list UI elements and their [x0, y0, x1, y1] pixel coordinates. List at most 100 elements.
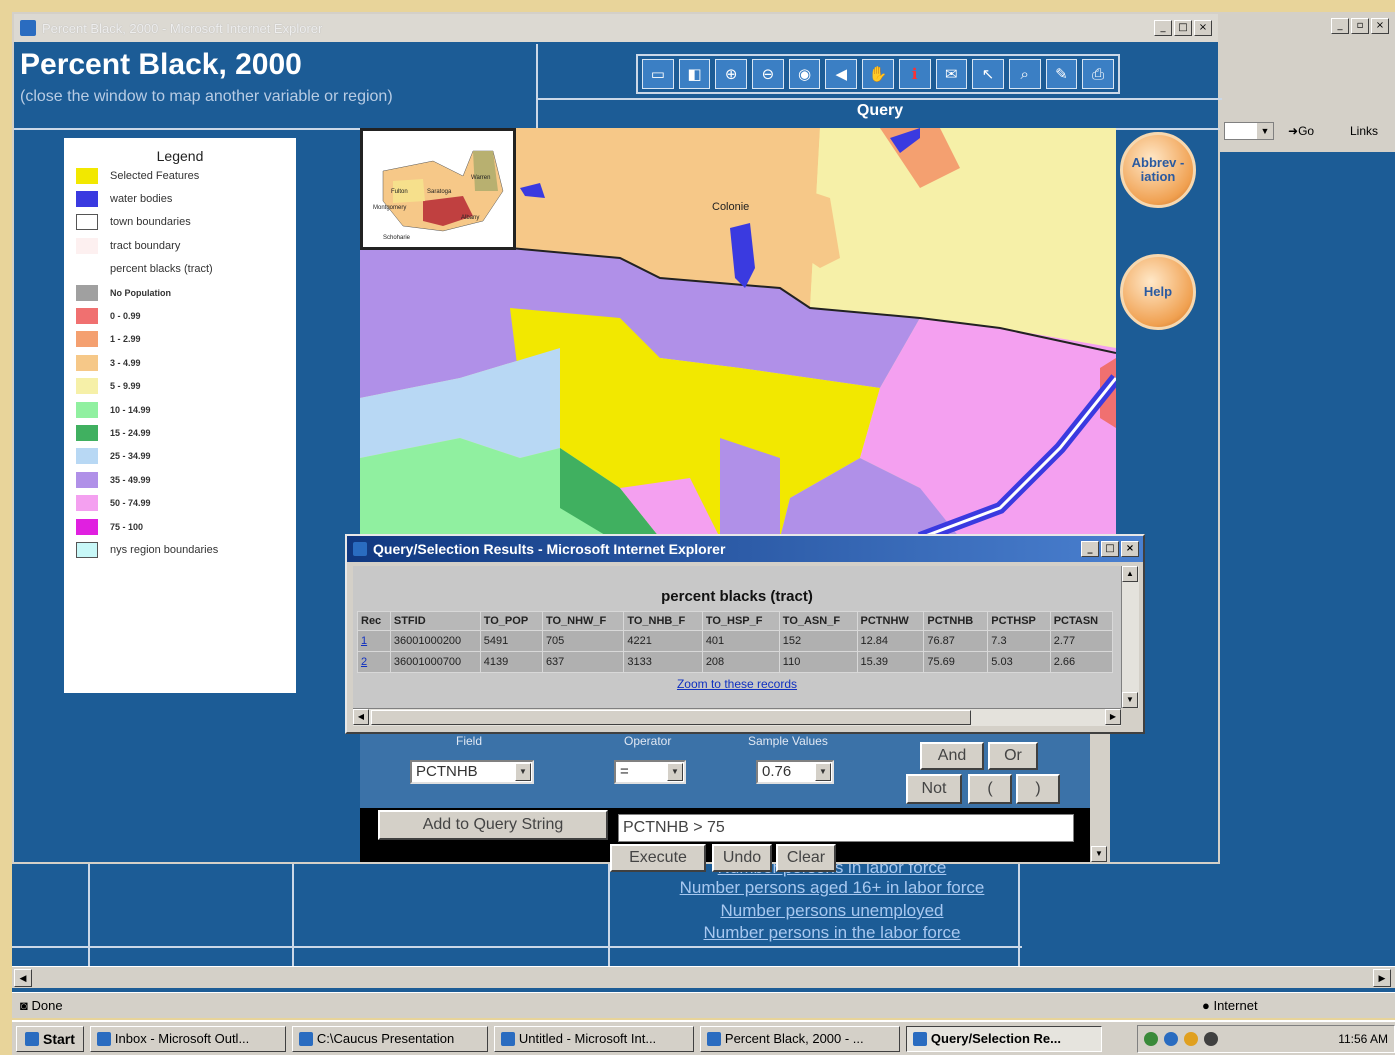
go-button[interactable]: ➜Go — [1288, 124, 1314, 138]
legend-swatch — [76, 214, 98, 231]
legend-swatch — [76, 284, 98, 301]
zoom-to-records-link[interactable]: Zoom to these records — [353, 677, 1121, 691]
and-button[interactable]: And — [920, 742, 984, 770]
open-paren-button[interactable]: ( — [968, 774, 1012, 804]
select-icon[interactable]: ↖ — [972, 59, 1004, 89]
table-cell[interactable]: 2 — [357, 651, 391, 673]
chevron-down-icon[interactable]: ▼ — [515, 763, 531, 781]
map-view[interactable]: Colonie Fulton Saratoga Montgomery Schoh… — [360, 128, 1116, 538]
scroll-thumb[interactable] — [371, 710, 971, 725]
query-vertical-scrollbar[interactable]: ▼ — [1090, 734, 1110, 862]
tray-icon[interactable] — [1204, 1031, 1218, 1046]
task-item-percent-black[interactable]: Percent Black, 2000 - ... — [699, 1025, 900, 1052]
query-icon[interactable]: ✉ — [935, 59, 968, 89]
record-link[interactable]: 1 — [361, 635, 367, 647]
scroll-up-icon[interactable]: ▲ — [1122, 566, 1138, 582]
clear-button[interactable]: Clear — [776, 844, 836, 872]
scroll-left-icon[interactable]: ◀ — [14, 969, 32, 987]
chevron-down-icon[interactable]: ▼ — [1257, 123, 1273, 139]
legend-swatch — [76, 354, 98, 371]
scroll-left-icon[interactable]: ◀ — [353, 709, 369, 725]
add-to-query-string-button[interactable]: Add to Query String — [378, 810, 608, 840]
undo-button[interactable]: Undo — [712, 844, 772, 872]
print-icon[interactable]: ⎙ — [1082, 59, 1114, 89]
or-button[interactable]: Or — [988, 742, 1038, 770]
bg-restore-button[interactable]: ▫ — [1351, 18, 1369, 34]
query-string-input[interactable]: PCTNHB > 75 — [618, 814, 1074, 842]
legend-item: 25 - 34.99 — [76, 445, 284, 468]
maximize-button[interactable]: □ — [1174, 20, 1192, 36]
inset-label: Montgomery — [373, 205, 406, 211]
scroll-down-icon[interactable]: ▼ — [1122, 692, 1138, 708]
back-icon[interactable]: ◀ — [825, 59, 858, 89]
record-link[interactable]: 2 — [361, 656, 367, 668]
clock[interactable]: 11:56 AM — [1338, 1032, 1388, 1046]
legend-label: 5 - 9.99 — [110, 381, 141, 392]
bg-minimize-button[interactable]: _ — [1331, 18, 1349, 34]
close-paren-button[interactable]: ) — [1016, 774, 1060, 804]
task-item-folder[interactable]: C:\Caucus Presentation — [291, 1025, 488, 1052]
task-item-inbox[interactable]: Inbox - Microsoft Outl... — [89, 1025, 286, 1052]
popup-minimize-button[interactable]: _ — [1081, 541, 1099, 557]
address-dropdown[interactable]: ▼ — [1224, 122, 1274, 140]
table-cell: 76.87 — [923, 630, 989, 652]
task-item-untitled[interactable]: Untitled - Microsoft Int... — [493, 1025, 694, 1052]
chevron-down-icon[interactable]: ▼ — [815, 763, 831, 781]
scroll-right-icon[interactable]: ▶ — [1105, 709, 1121, 725]
tray-icon[interactable] — [1164, 1031, 1178, 1046]
operator-select[interactable]: = ▼ — [614, 760, 686, 784]
tray-icon[interactable] — [1184, 1031, 1198, 1046]
overview-map-inset[interactable]: Fulton Saratoga Montgomery Schoharie Alb… — [360, 128, 516, 250]
chevron-down-icon[interactable]: ▼ — [667, 763, 683, 781]
bg-close-button[interactable]: × — [1371, 18, 1389, 34]
tray-icon[interactable] — [1144, 1031, 1158, 1046]
under-link-3[interactable]: Number persons unemployed — [632, 901, 1032, 921]
identify-icon[interactable]: ℹ — [898, 59, 931, 89]
page-horizontal-scrollbar[interactable]: ◀ ▶ — [12, 966, 1395, 988]
internet-zone: ● Internet — [1202, 998, 1258, 1013]
column-header: TO_NHB_F — [623, 611, 703, 631]
close-button[interactable]: × — [1194, 20, 1212, 36]
popup-vertical-scrollbar[interactable]: ▲ ▼ — [1121, 566, 1139, 708]
start-button[interactable]: Start — [16, 1025, 84, 1052]
zoom-out-icon[interactable]: ⊖ — [752, 59, 784, 89]
background-address-bar: ▼ ➜Go Links — [1224, 116, 1389, 146]
main-ie-window: Percent Black, 2000 - Microsoft Internet… — [12, 12, 1222, 872]
overview-icon[interactable]: ▭ — [642, 59, 674, 89]
abbreviation-button[interactable]: Abbrev -iation — [1120, 132, 1196, 208]
table-cell: 110 — [778, 651, 858, 673]
legend-label: water bodies — [110, 193, 173, 206]
table-cell[interactable]: 1 — [357, 630, 391, 652]
not-button[interactable]: Not — [906, 774, 962, 804]
popup-close-button[interactable]: × — [1121, 541, 1139, 557]
popup-horizontal-scrollbar[interactable]: ◀ ▶ — [353, 708, 1121, 726]
field-select[interactable]: PCTNHB ▼ — [410, 760, 534, 784]
legend-label: percent blacks (tract) — [110, 263, 213, 276]
field-label: Field — [456, 734, 483, 748]
under-link-4[interactable]: Number persons in the labor force — [632, 923, 1032, 943]
inset-label: Albany — [461, 215, 479, 221]
help-button[interactable]: Help — [1120, 254, 1196, 330]
sample-values-select[interactable]: 0.76 ▼ — [756, 760, 834, 784]
table-cell: 5491 — [479, 630, 543, 652]
scroll-down-icon[interactable]: ▼ — [1091, 846, 1107, 862]
legend-label: No Population — [110, 287, 171, 298]
zoom-in-icon[interactable]: ⊕ — [715, 59, 748, 89]
layers-icon[interactable]: ◧ — [678, 59, 711, 89]
execute-button[interactable]: Execute — [610, 844, 706, 872]
legend-label: 75 - 100 — [110, 521, 144, 532]
legend-label: Selected Features — [110, 169, 200, 182]
colonie-label: Colonie — [712, 201, 749, 213]
inset-label: Schoharie — [383, 235, 411, 241]
under-link-2[interactable]: Number persons aged 16+ in labor force — [632, 878, 1032, 898]
measure-icon[interactable]: ✎ — [1045, 59, 1078, 89]
task-item-query-results[interactable]: Query/Selection Re... — [905, 1025, 1102, 1052]
links-button[interactable]: Links — [1350, 124, 1378, 138]
popup-maximize-button[interactable]: □ — [1101, 541, 1119, 557]
pan-icon[interactable]: ✋ — [862, 59, 894, 89]
legend-label: 0 - 0.99 — [110, 311, 141, 322]
find-icon[interactable]: ⌕ — [1008, 59, 1041, 89]
scroll-right-icon[interactable]: ▶ — [1373, 969, 1391, 987]
zoom-extent-icon[interactable]: ◉ — [788, 59, 821, 89]
minimize-button[interactable]: _ — [1154, 20, 1172, 36]
